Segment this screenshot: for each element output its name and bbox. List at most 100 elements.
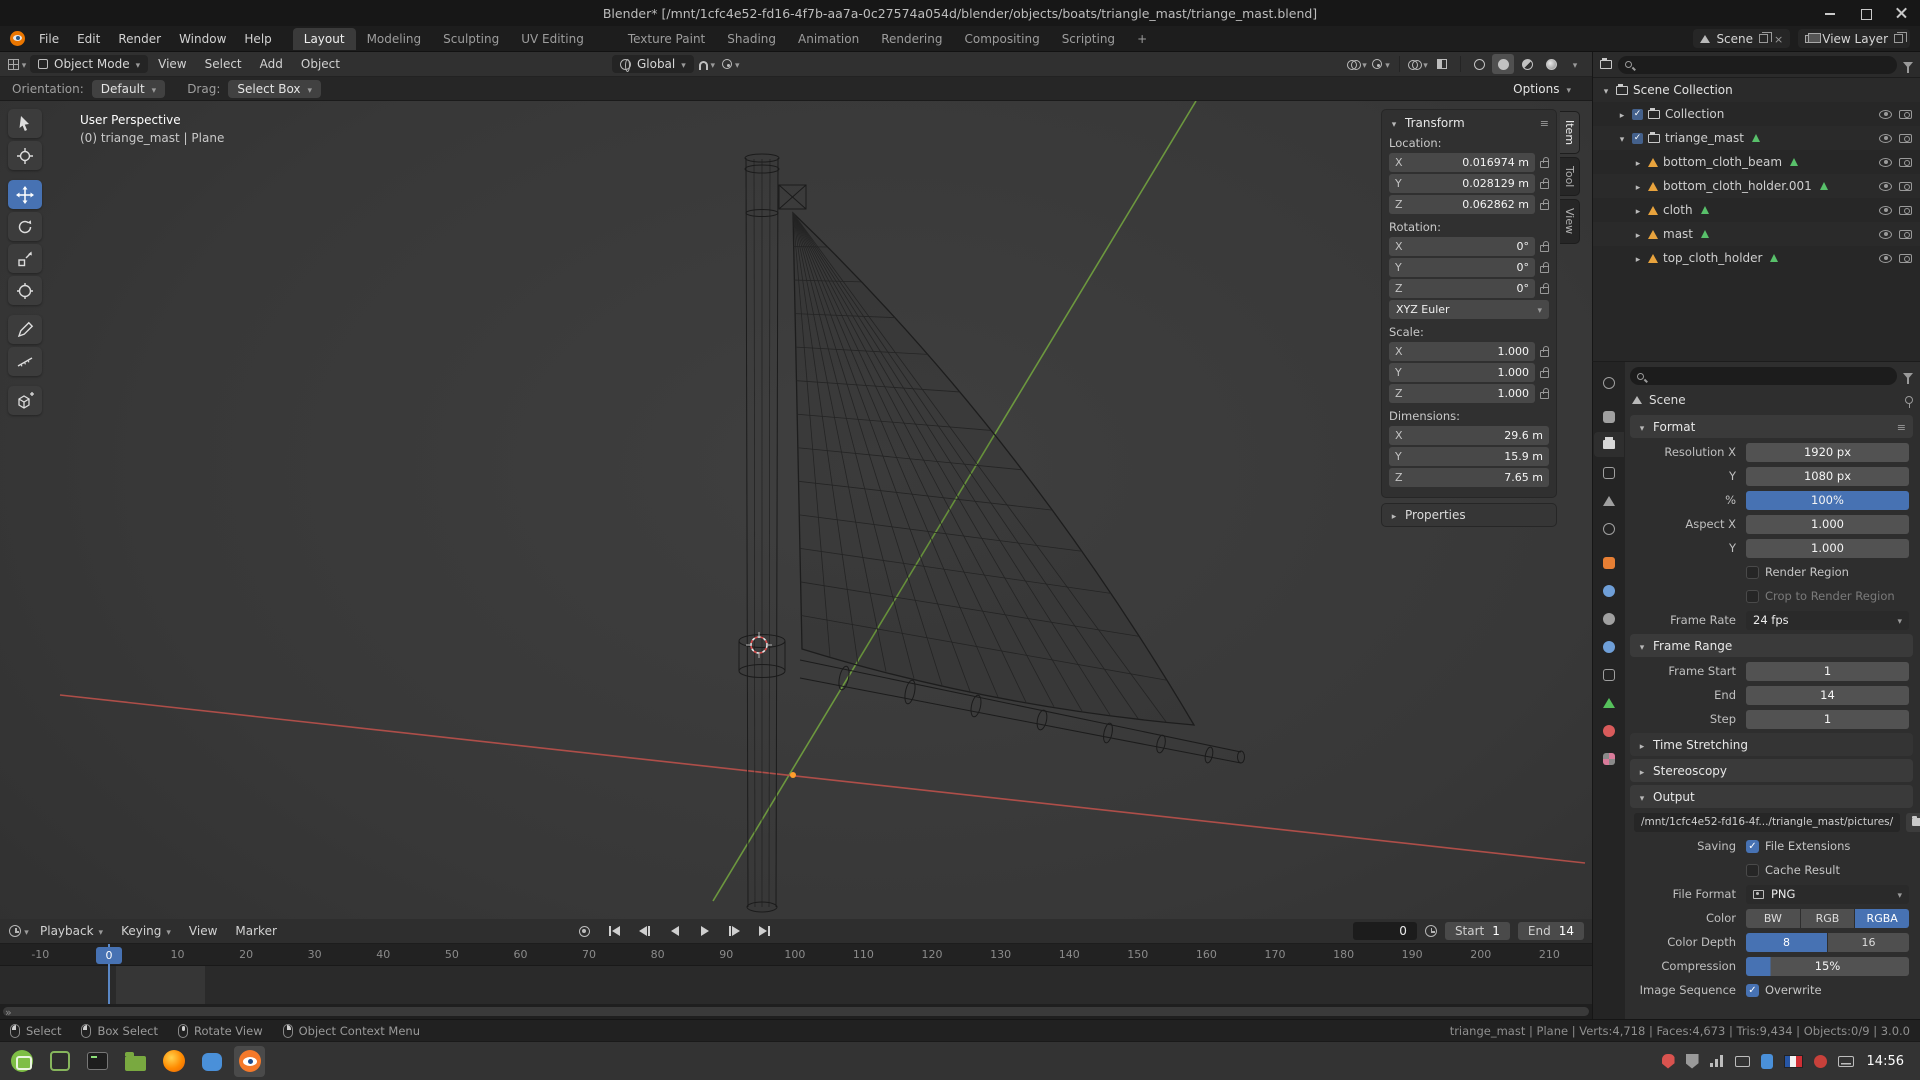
- time-stretching-section-header[interactable]: Time Stretching: [1630, 733, 1913, 756]
- drag-dropdown[interactable]: Select Box: [228, 79, 322, 98]
- shading-solid-button[interactable]: [1492, 54, 1514, 74]
- menu-select[interactable]: Select: [197, 55, 250, 73]
- measure-tool[interactable]: [8, 347, 42, 376]
- tab-texture-paint[interactable]: Texture Paint: [617, 28, 716, 50]
- stereoscopy-section-header[interactable]: Stereoscopy: [1630, 759, 1913, 782]
- aspect-x-field[interactable]: 1.000: [1746, 514, 1909, 534]
- color-rgb-button[interactable]: RGB: [1800, 908, 1855, 928]
- tab-modeling[interactable]: Modeling: [356, 28, 433, 50]
- tab-view[interactable]: View: [1560, 199, 1580, 244]
- scale-y-field[interactable]: Y 1.000: [1389, 363, 1535, 382]
- blender-logo-icon[interactable]: [10, 31, 25, 46]
- jump-to-start-button[interactable]: [605, 921, 625, 941]
- taskbar-clock[interactable]: 14:56: [1867, 1054, 1904, 1069]
- outliner-row-scene-collection[interactable]: Scene Collection: [1593, 78, 1920, 102]
- transform-tool[interactable]: [8, 276, 42, 305]
- close-button[interactable]: [1896, 7, 1908, 19]
- depth-8-button[interactable]: 8: [1746, 932, 1827, 952]
- menu-window[interactable]: Window: [170, 29, 235, 49]
- menu-add[interactable]: Add: [252, 55, 291, 73]
- play-button[interactable]: [695, 921, 715, 941]
- view-layer-properties-tab[interactable]: [1594, 460, 1624, 485]
- shading-rendered-button[interactable]: [1540, 54, 1562, 74]
- data-properties-tab[interactable]: [1594, 690, 1624, 715]
- resolution-y-field[interactable]: 1080 px: [1746, 466, 1909, 486]
- tab-layout[interactable]: Layout: [292, 27, 356, 50]
- chat-app-button[interactable]: [196, 1046, 227, 1077]
- outliner-row-top-cloth-holder[interactable]: top_cloth_holder: [1593, 246, 1920, 270]
- modifier-properties-tab[interactable]: [1594, 578, 1624, 603]
- cache-result-checkbox[interactable]: [1746, 863, 1759, 877]
- output-path-field[interactable]: /mnt/1cfc4e52-fd16-4f.../triangle_mast/p…: [1634, 812, 1901, 832]
- menu-marker[interactable]: Marker: [227, 922, 284, 940]
- filter-icon[interactable]: [1903, 61, 1913, 73]
- tab-tool[interactable]: Tool: [1560, 157, 1580, 197]
- color-rgba-button[interactable]: RGBA: [1855, 908, 1910, 928]
- rotation-y-field[interactable]: Y 0°: [1389, 258, 1535, 277]
- format-section-header[interactable]: Format: [1630, 415, 1913, 438]
- render-region-checkbox[interactable]: [1746, 565, 1759, 579]
- presets-menu-icon[interactable]: [1897, 420, 1906, 434]
- menu-object[interactable]: Object: [293, 55, 348, 73]
- resolution-x-field[interactable]: 1920 px: [1746, 442, 1909, 462]
- add-workspace-button[interactable]: +: [1126, 28, 1158, 50]
- render-camera-icon[interactable]: [1899, 109, 1912, 119]
- texture-properties-tab[interactable]: [1594, 746, 1624, 771]
- object-properties-tab[interactable]: [1594, 550, 1624, 575]
- timeline-tracks[interactable]: [0, 966, 1592, 1004]
- properties-subpanel[interactable]: Properties: [1381, 503, 1557, 527]
- world-properties-tab[interactable]: [1594, 516, 1624, 541]
- outliner-search-input[interactable]: [1618, 55, 1897, 74]
- 3d-viewport[interactable]: User Perspective (0) triange_mast | Plan…: [0, 101, 1592, 919]
- tab-item[interactable]: Item: [1560, 111, 1580, 155]
- particles-properties-tab[interactable]: [1594, 606, 1624, 631]
- new-view-layer-icon[interactable]: [1894, 32, 1907, 43]
- compression-slider[interactable]: 15%: [1746, 956, 1909, 976]
- browse-folder-button[interactable]: [1906, 812, 1920, 832]
- firewall-icon[interactable]: [1685, 1053, 1699, 1069]
- rotation-mode-dropdown[interactable]: XYZ Euler: [1389, 300, 1549, 319]
- depth-16-button[interactable]: 16: [1828, 932, 1909, 952]
- location-z-field[interactable]: Z 0.062862 m: [1389, 195, 1535, 214]
- files-app-button[interactable]: [120, 1046, 151, 1077]
- transform-orientation-dropdown[interactable]: Global: [611, 55, 694, 73]
- editor-type-button[interactable]: [6, 54, 28, 74]
- outliner-row-mast[interactable]: mast: [1593, 222, 1920, 246]
- hide-eye-icon[interactable]: [1879, 133, 1892, 143]
- snap-button[interactable]: [696, 54, 718, 74]
- menu-edit[interactable]: Edit: [68, 29, 109, 49]
- minimize-button[interactable]: [1824, 7, 1836, 19]
- tab-sculpting[interactable]: Sculpting: [432, 28, 510, 50]
- outliner-row-cloth[interactable]: cloth: [1593, 198, 1920, 222]
- tab-rendering[interactable]: Rendering: [870, 28, 953, 50]
- pin-icon[interactable]: [1905, 396, 1913, 408]
- previous-keyframe-button[interactable]: [635, 921, 655, 941]
- cursor-tool[interactable]: [8, 141, 42, 170]
- lock-icon[interactable]: [1540, 388, 1549, 399]
- timeline-scrollbar[interactable]: [0, 1004, 1592, 1019]
- exclude-checkbox[interactable]: [1632, 132, 1643, 144]
- scene-selector[interactable]: Scene: [1693, 29, 1791, 48]
- select-box-tool[interactable]: [8, 109, 42, 138]
- frame-step-field[interactable]: 1: [1746, 709, 1909, 729]
- proportional-edit-button[interactable]: [720, 54, 742, 74]
- render-camera-icon[interactable]: [1899, 205, 1912, 215]
- tool-properties-tab[interactable]: [1594, 370, 1624, 395]
- file-extensions-checkbox[interactable]: [1746, 839, 1759, 853]
- timeline-expander-icon[interactable]: [0, 1005, 12, 1019]
- network-icon[interactable]: [1709, 1055, 1724, 1067]
- unlink-scene-icon[interactable]: [1774, 32, 1783, 46]
- new-scene-icon[interactable]: [1759, 32, 1773, 43]
- playhead-frame-badge[interactable]: 0: [96, 947, 122, 964]
- overwrite-checkbox[interactable]: [1746, 983, 1759, 997]
- lock-icon[interactable]: [1540, 367, 1549, 378]
- frame-end-field[interactable]: 14: [1746, 685, 1909, 705]
- scale-z-field[interactable]: Z 1.000: [1389, 384, 1535, 403]
- frame-start-field[interactable]: Start 1: [1444, 922, 1510, 940]
- hide-eye-icon[interactable]: [1879, 253, 1892, 263]
- tab-uv-editing[interactable]: UV Editing: [510, 28, 595, 50]
- blender-app-button[interactable]: [234, 1045, 265, 1077]
- frame-range-section-header[interactable]: Frame Range: [1630, 634, 1913, 657]
- file-format-dropdown[interactable]: PNG: [1746, 884, 1909, 904]
- orientation-dropdown[interactable]: Default: [91, 79, 166, 98]
